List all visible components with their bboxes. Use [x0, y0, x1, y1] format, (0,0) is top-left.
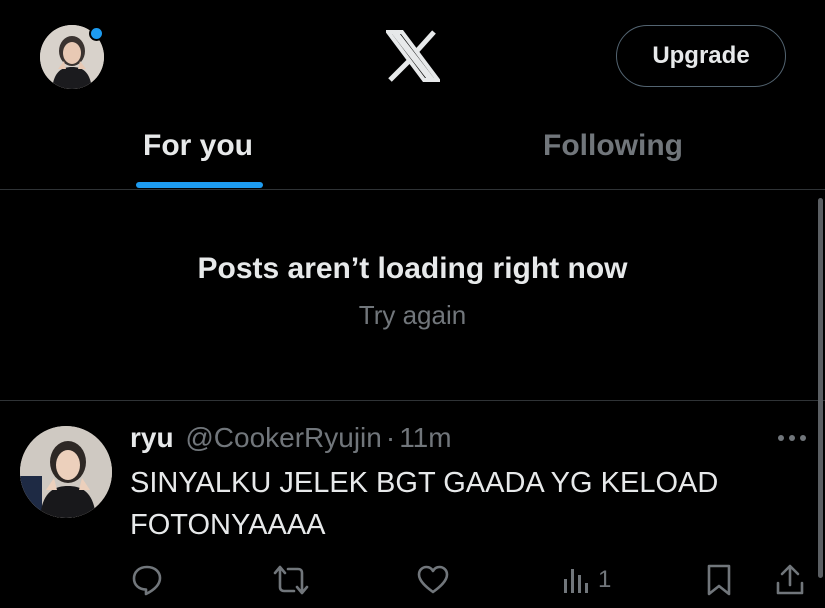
- active-tab-indicator: [136, 182, 263, 188]
- author-handle[interactable]: @CookerRyujin: [185, 422, 382, 453]
- views-button[interactable]: 1: [562, 562, 611, 598]
- like-button[interactable]: [416, 562, 450, 598]
- reply-button[interactable]: [130, 562, 164, 598]
- share-icon: [776, 564, 804, 595]
- heart-icon: [417, 565, 449, 594]
- post-avatar-photo: [20, 426, 112, 518]
- more-options-icon[interactable]: [776, 430, 808, 446]
- post-timestamp[interactable]: 11m: [399, 422, 451, 453]
- views-count: 1: [598, 566, 612, 593]
- try-again-link[interactable]: Try again: [0, 300, 825, 331]
- post-item[interactable]: ryu @CookerRyujin · 11m SINYALKU JELEK BGT…: [0, 402, 825, 608]
- tab-for-you[interactable]: For you: [98, 123, 298, 168]
- feed-divider: [0, 400, 825, 401]
- meta-separator: ·: [385, 422, 396, 453]
- bookmark-icon: [707, 564, 731, 596]
- reply-icon: [132, 565, 162, 596]
- error-title: Posts aren’t loading right now: [197, 252, 628, 285]
- post-text: SINYALKU JELEK BGT GAADA YG KELOAD FOTON…: [130, 467, 719, 541]
- post-author-avatar[interactable]: [20, 426, 112, 518]
- repost-icon: [273, 565, 309, 595]
- bookmark-button[interactable]: [704, 562, 734, 598]
- feed-error-message: Posts aren’t loading right now Try again: [0, 190, 825, 400]
- views-icon: [564, 569, 588, 593]
- tab-following[interactable]: Following: [513, 123, 713, 168]
- share-button[interactable]: [774, 562, 806, 598]
- author-name[interactable]: ryu: [130, 422, 174, 453]
- x-logo-icon[interactable]: [386, 30, 440, 82]
- top-header: Upgrade For you Following: [0, 0, 825, 190]
- notification-dot: [89, 26, 104, 41]
- post-header: ryu @CookerRyujin · 11m: [130, 422, 452, 454]
- repost-button[interactable]: [272, 562, 310, 598]
- upgrade-button[interactable]: Upgrade: [616, 25, 786, 87]
